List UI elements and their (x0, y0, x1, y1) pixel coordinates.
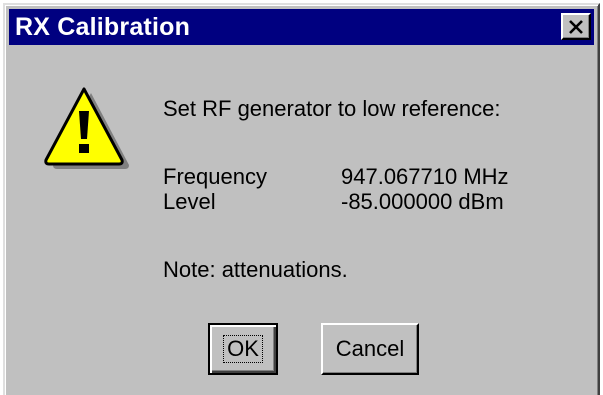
note-text: Note: attenuations. (163, 257, 348, 282)
level-label: Level (163, 189, 216, 214)
level-value: -85.000000 dBm (341, 189, 504, 214)
cancel-button[interactable]: Cancel (321, 323, 419, 375)
warning-icon (44, 87, 129, 169)
rx-calibration-dialog: RX Calibration Set RF generator to low r… (3, 3, 600, 395)
ok-button-label: OK (223, 335, 263, 363)
close-button[interactable] (561, 13, 591, 40)
instruction-text: Set RF generator to low reference: (163, 96, 501, 121)
cancel-button-label: Cancel (335, 336, 405, 361)
frequency-label: Frequency (163, 164, 267, 189)
title-bar[interactable]: RX Calibration (9, 9, 594, 45)
window-title: RX Calibration (15, 12, 191, 41)
frequency-value: 947.067710 MHz (341, 164, 509, 189)
ok-button[interactable]: OK (208, 323, 278, 375)
close-icon (569, 19, 583, 34)
